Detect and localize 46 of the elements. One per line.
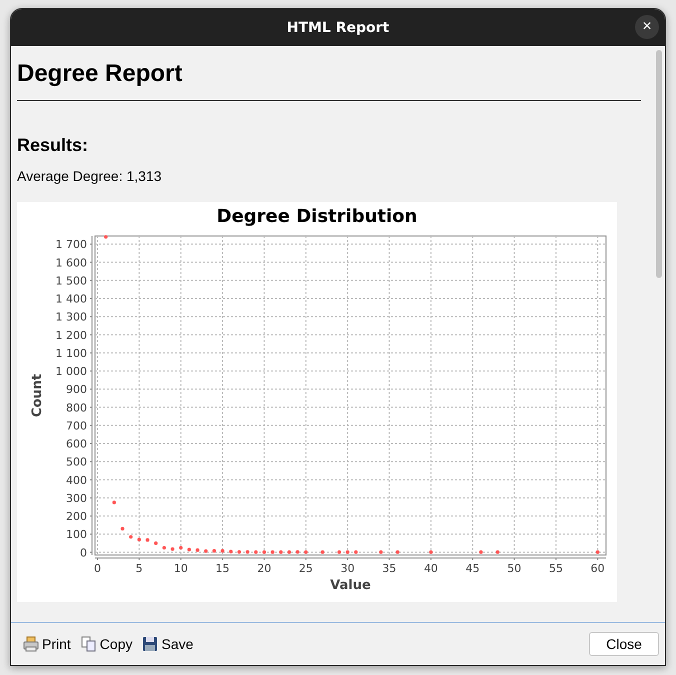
window-title: HTML Report — [286, 20, 390, 36]
x-tick-label: 30 — [340, 562, 355, 575]
x-tick-label: 50 — [507, 562, 522, 575]
y-tick-label: 1 000 — [56, 365, 87, 378]
x-tick-label: 20 — [257, 562, 272, 575]
y-tick-label: 100 — [66, 528, 87, 542]
x-tick-label: 35 — [382, 562, 396, 575]
y-tick-label: 1 100 — [56, 346, 87, 360]
y-tick-label: 500 — [66, 456, 87, 469]
y-tick-label: 1 600 — [56, 256, 87, 270]
close-dialog-button[interactable]: Close — [589, 632, 659, 656]
x-axis-label: Value — [330, 578, 371, 593]
y-tick-label: 400 — [66, 474, 87, 487]
scrollbar-thumb[interactable] — [656, 50, 662, 278]
y-tick-label: 800 — [66, 401, 87, 414]
y-tick-label: 600 — [66, 438, 87, 451]
y-tick-label: 900 — [66, 383, 87, 396]
y-axis-label: Count — [30, 374, 45, 418]
x-tick-label: 45 — [466, 562, 480, 575]
y-tick-label: 1 300 — [56, 310, 87, 324]
y-tick-label: 1 700 — [56, 238, 87, 252]
section-heading: Results: — [17, 135, 90, 156]
y-tick-label: 200 — [66, 510, 87, 524]
x-tick-label: 0 — [94, 562, 101, 575]
x-tick-label: 15 — [216, 562, 230, 575]
y-tick-label: 1 500 — [56, 274, 87, 288]
copy-button[interactable]: Copy — [78, 636, 134, 652]
y-tick-label: 1 400 — [56, 292, 87, 306]
report-title: Degree Report — [17, 60, 184, 88]
save-button[interactable]: Save — [140, 636, 196, 652]
y-tick-label: 300 — [66, 492, 87, 505]
x-tick-label: 10 — [174, 562, 188, 575]
chart-title: Degree Distribution — [216, 206, 418, 227]
summary-text: Average Degree: 1,313 — [17, 168, 163, 184]
x-tick-label: 40 — [424, 562, 438, 575]
x-tick-label: 60 — [590, 562, 605, 575]
x-tick-label: 55 — [548, 562, 563, 575]
y-tick-label: 1 200 — [56, 328, 87, 342]
print-button[interactable]: Print — [21, 636, 73, 652]
close-button[interactable]: × — [635, 15, 659, 39]
x-tick-label: 5 — [136, 562, 143, 575]
y-tick-label: 700 — [66, 419, 87, 432]
printer-icon — [23, 636, 39, 652]
x-tick-label: 25 — [298, 562, 313, 575]
copy-icon — [80, 636, 97, 652]
y-tick-label: 0 — [80, 546, 87, 560]
